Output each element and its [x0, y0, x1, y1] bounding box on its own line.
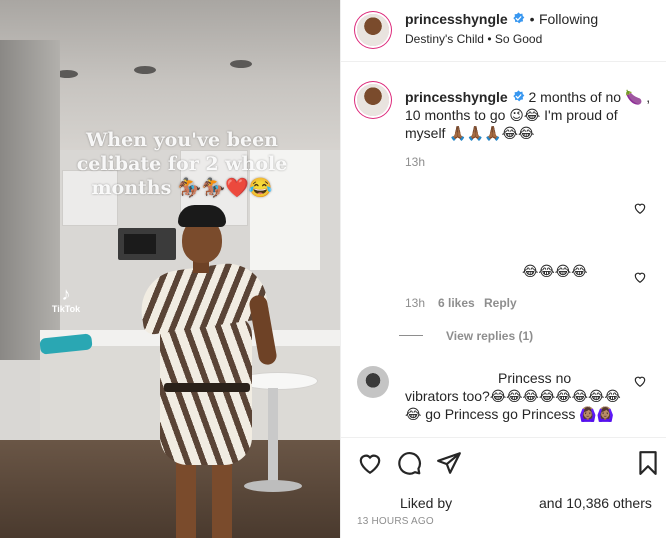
- tiktok-label: TikTok: [51, 304, 81, 314]
- comment-2-line-3: 😂 go Princess go Princess 🙆🏽‍♀️🙆🏽‍♀️: [405, 406, 615, 422]
- caption-line-3: myself 🙏🏾🙏🏾🙏🏾😂😂: [405, 125, 535, 141]
- caption-username[interactable]: princesshyngle: [405, 89, 508, 105]
- comment-like-heart-icon[interactable]: [633, 374, 647, 388]
- audio-info[interactable]: Destiny's Child • So Good: [405, 32, 542, 46]
- verified-badge-icon: [512, 90, 524, 102]
- comment-like-heart-icon[interactable]: [633, 270, 647, 284]
- post-details-panel: princesshyngle • Following Destiny's Chi…: [340, 0, 666, 538]
- verified-badge-icon: [513, 12, 525, 24]
- post-timestamp: 13 HOURS AGO: [357, 516, 434, 527]
- ceiling-light: [230, 60, 252, 68]
- comment-1-likes[interactable]: 6 likes: [438, 296, 475, 310]
- tiktok-note-icon: ♪: [61, 284, 71, 304]
- ceiling-light: [134, 66, 156, 74]
- view-replies-line: [399, 335, 423, 336]
- post-header: princesshyngle • Following Destiny's Chi…: [341, 0, 666, 62]
- comment-1-text: 😂😂😂😂: [522, 263, 588, 279]
- share-paper-plane-icon[interactable]: [436, 450, 462, 476]
- right-leg: [212, 455, 232, 538]
- video-caption-overlay: When you've been celibate for 2 whole mo…: [76, 129, 288, 199]
- right-arm: [248, 293, 278, 367]
- liked-by-label: Liked by: [400, 495, 453, 511]
- left-leg: [176, 455, 196, 538]
- audio-separator: •: [487, 32, 492, 46]
- dancing-woman: [100, 205, 300, 538]
- save-bookmark-icon[interactable]: [635, 450, 661, 476]
- header-separator: •: [529, 11, 535, 27]
- comment-bubble-icon[interactable]: [396, 450, 422, 476]
- audio-artist: Destiny's Child: [405, 32, 484, 46]
- post-actions-bar: Liked by and 10,386 others 13 HOURS AGO: [341, 437, 666, 538]
- comment-1-reply-button[interactable]: Reply: [484, 296, 517, 310]
- author-line: princesshyngle • Following: [405, 11, 598, 29]
- caption-line-2: 10 months to go 😉😂 I'm proud of: [405, 107, 618, 123]
- like-heart-icon[interactable]: [357, 450, 383, 476]
- commenter-avatar[interactable]: [357, 366, 389, 398]
- audio-track: So Good: [494, 32, 543, 46]
- caption-line-1: 2 months of no 🍆 ,: [528, 89, 651, 105]
- likes-count[interactable]: and 10,386 others: [539, 495, 652, 511]
- post-media[interactable]: When you've been celibate for 2 whole mo…: [0, 0, 340, 538]
- author-avatar[interactable]: [357, 14, 389, 46]
- comment-2-line-1: Princess no: [498, 370, 572, 386]
- belt: [164, 383, 250, 392]
- caption-timestamp: 13h: [405, 155, 426, 169]
- comment-2-line-2: vibrators too?😂😂😂😂😂😂😂😂: [405, 388, 621, 404]
- hair: [178, 205, 226, 227]
- comment-1-timestamp: 13h: [405, 296, 426, 310]
- author-username[interactable]: princesshyngle: [405, 11, 508, 27]
- view-replies-button[interactable]: View replies (1): [446, 329, 533, 343]
- following-button[interactable]: Following: [539, 11, 598, 27]
- comment-like-heart-icon[interactable]: [633, 201, 647, 215]
- tiktok-watermark: ♪ TikTok: [46, 284, 86, 314]
- caption: princesshyngle 2 months of no 🍆 , 10 mon…: [405, 88, 655, 142]
- caption-avatar[interactable]: [357, 84, 389, 116]
- comment-2: Princess no vibrators too?😂😂😂😂😂😂😂😂 😂 go …: [405, 369, 623, 423]
